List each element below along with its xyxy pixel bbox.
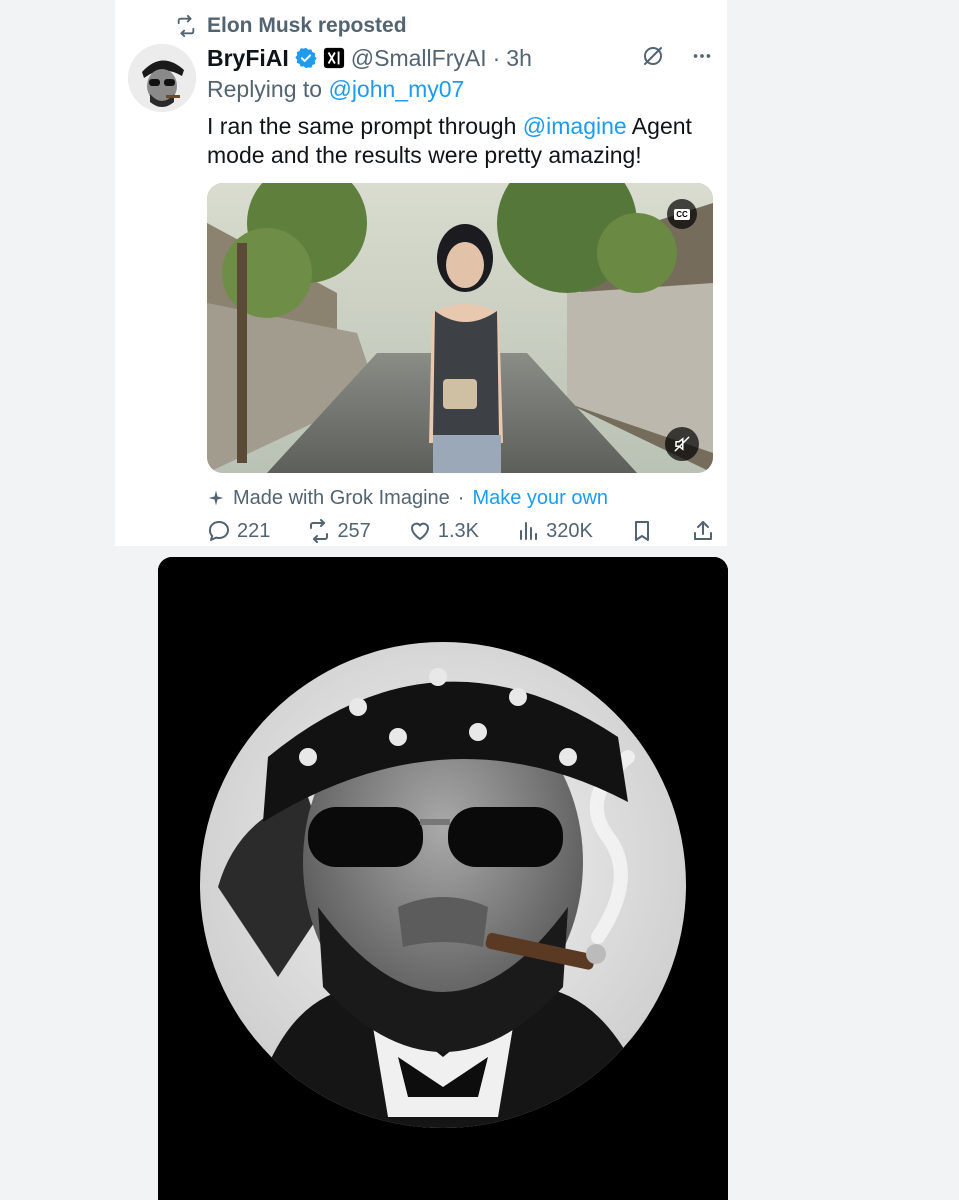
grok-icon[interactable] [641,44,665,73]
verified-badge-icon [295,47,317,69]
tweet-text: I ran the same prompt through @imagine A… [207,112,707,170]
more-options-icon[interactable] [691,45,713,72]
tweet-actions: 221 257 1.3K 320K [207,514,715,548]
view-count: 320K [546,519,593,542]
repost-icon [177,15,195,37]
tweet-card[interactable]: Elon Musk reposted BryFiAI @SmallFryAI ·… [115,0,727,546]
reply-icon [208,521,229,541]
tweet-header-actions [641,44,713,73]
repost-text: Elon Musk reposted [207,14,407,37]
views-button[interactable]: 320K [516,519,593,543]
xai-affiliate-icon[interactable] [323,47,345,69]
reply-button[interactable]: 221 [207,519,270,543]
tweet-text-start: I ran the same prompt through [207,113,523,139]
avatar[interactable] [128,44,196,112]
tweet-mention-link[interactable]: @imagine [523,113,627,139]
repost-count: 257 [337,519,371,542]
share-button[interactable] [691,519,715,543]
sparkle-icon [208,490,224,506]
bookmark-icon [634,521,649,541]
smoking-portrait-illustration [158,557,728,1200]
replying-to: Replying to @john_my07 [207,76,464,103]
closed-captions-button[interactable]: CC [667,199,697,229]
avatar-portrait-image [128,44,196,112]
user-handle[interactable]: @SmallFryAI [351,45,487,72]
muted-speaker-icon [674,436,690,452]
heart-icon [410,522,429,540]
bookmark-button[interactable] [630,519,654,543]
reply-mention-link[interactable]: @john_my07 [328,76,464,102]
video-frame-image [207,183,713,473]
reply-count: 221 [237,519,271,542]
replying-to-label: Replying to [207,76,323,102]
repost-action-icon [310,519,329,543]
display-name[interactable]: BryFiAI [207,45,289,72]
cc-label: CC [674,208,690,220]
like-button[interactable]: 1.3K [408,519,479,543]
make-your-own-link[interactable]: Make your own [472,487,608,510]
timestamp[interactable]: 3h [506,45,532,72]
made-with-grok: Made with Grok Imagine · Make your own [207,484,608,512]
mute-button[interactable] [665,427,699,461]
like-count: 1.3K [437,519,480,542]
profile-picture-image [158,557,728,1200]
repost-button[interactable]: 257 [307,519,371,543]
repost-indicator: Elon Musk reposted [175,12,407,40]
share-icon [693,521,712,540]
made-with-separator: · [457,486,465,509]
views-chart-icon [520,522,538,540]
made-with-text: Made with Grok Imagine [233,486,450,509]
video-player[interactable]: CC [207,183,713,473]
separator-dot: · [492,44,501,71]
